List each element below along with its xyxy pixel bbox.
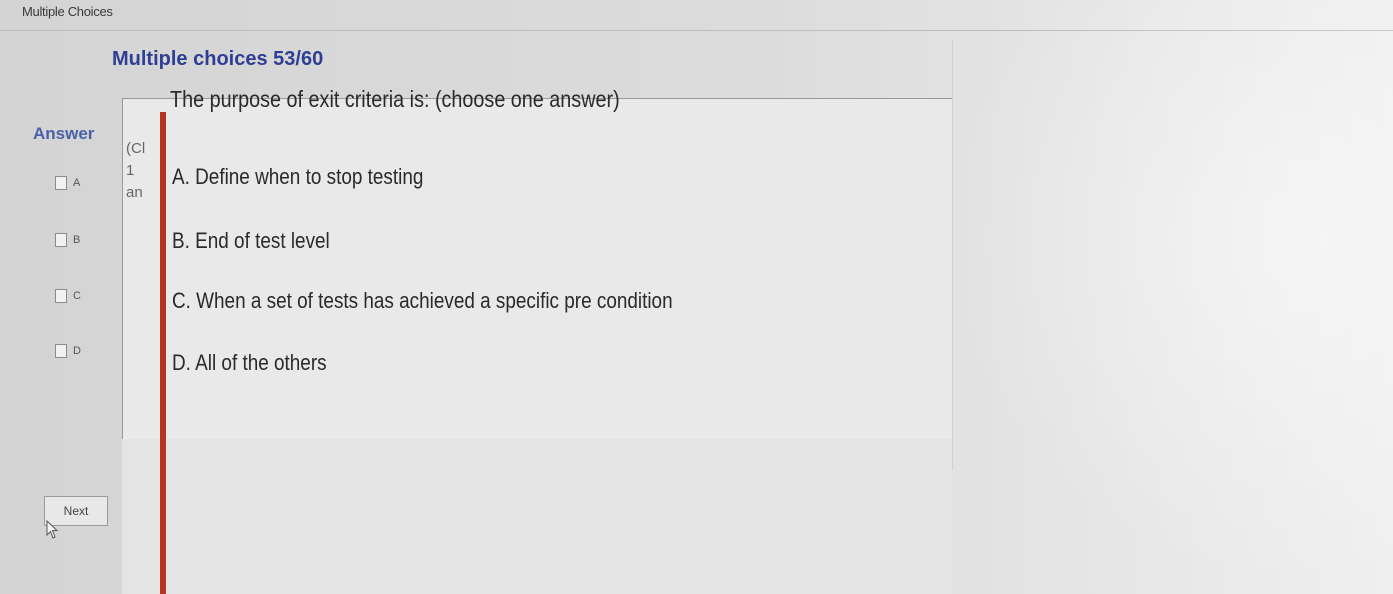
answer-option-d[interactable]: D [55,344,81,358]
question-option-d: D. All of the others [172,350,327,375]
side-text-line: an [126,184,143,201]
question-text: The purpose of exit criteria is: (choose… [170,86,620,112]
quiz-window: Multiple Choices Multiple choices 53/60 … [0,0,1393,594]
question-option-b: B. End of test level [172,228,330,253]
question-accent-bar [160,112,166,594]
answer-option-label: C [73,290,81,302]
screen-glare [940,0,1393,594]
side-text-line: 1 [126,162,135,179]
window-title: Multiple Choices [22,4,113,19]
truncated-side-text: (Cl 1 an [126,138,145,204]
side-text-line: (Cl [126,140,146,157]
question-option-c: C. When a set of tests has achieved a sp… [172,288,673,313]
checkbox-icon[interactable] [55,289,67,303]
answer-option-c[interactable]: C [55,289,81,303]
answer-option-b[interactable]: B [55,233,80,247]
checkbox-icon[interactable] [55,344,67,358]
question-panel [122,98,953,439]
answer-option-a[interactable]: A [55,176,80,190]
checkbox-icon[interactable] [55,176,67,190]
question-counter: Multiple choices 53/60 [112,48,324,70]
mouse-pointer-icon [46,520,59,539]
question-option-a: A. Define when to stop testing [172,164,424,189]
answer-option-label: D [73,345,81,357]
answer-heading: Answer [33,124,95,143]
checkbox-icon[interactable] [55,233,67,247]
answer-option-label: A [73,177,81,189]
answer-option-label: B [73,234,81,246]
